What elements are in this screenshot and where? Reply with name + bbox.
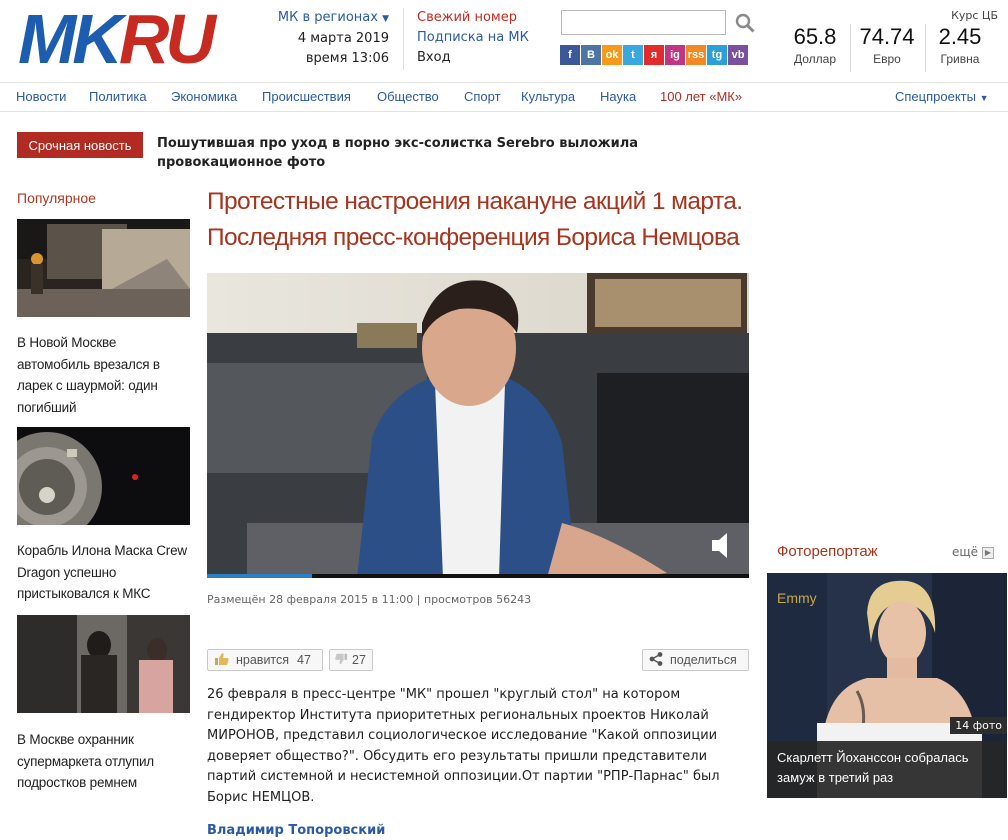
social-links: f B ok t я ig rss tg vb <box>560 45 748 65</box>
dislike-button[interactable]: 27 <box>329 649 373 671</box>
rates-title: Курс ЦБ <box>951 9 998 22</box>
nav-society[interactable]: Общество <box>377 89 439 104</box>
nav-sport[interactable]: Спорт <box>464 89 501 104</box>
chevron-down-icon: ▼ <box>382 14 389 24</box>
photoreport-card[interactable]: Emmy 14 фото Скарлетт Йоханссон собралас… <box>767 573 1007 798</box>
nav-news[interactable]: Новости <box>16 89 66 104</box>
rate-uah-value: 2.45 <box>938 24 982 49</box>
nav-economy[interactable]: Экономика <box>171 89 237 104</box>
vkontakte-icon[interactable]: B <box>581 45 601 65</box>
regions-link[interactable]: МК в регионах ▼ <box>278 10 389 25</box>
header-date: 4 марта 2019 <box>297 31 389 46</box>
share-button[interactable]: поделиться <box>642 649 749 671</box>
popular-title-1[interactable]: В Новой Москве автомобиль врезался в лар… <box>17 332 189 418</box>
photo-count-badge: 14 фото <box>950 717 1007 734</box>
share-label: поделиться <box>670 653 737 667</box>
instagram-icon[interactable]: ig <box>665 45 685 65</box>
like-button[interactable]: нравится 47 <box>207 649 323 671</box>
article-meta: Размещён 28 февраля 2015 в 11:00 | просм… <box>207 593 532 606</box>
thumbs-down-icon <box>334 652 348 669</box>
login-link[interactable]: Вход <box>417 50 451 65</box>
rate-uah: 2.45 Гривна <box>925 24 995 66</box>
regions-label: МК в регионах <box>277 10 378 25</box>
photoreport-caption[interactable]: Скарлетт Йоханссон собралась замуж в тре… <box>767 741 1007 798</box>
search-input[interactable] <box>561 10 726 35</box>
header-time: время 13:06 <box>305 51 389 66</box>
thumbs-up-icon <box>214 652 230 669</box>
main-nav: Новости Политика Экономика Происшествия … <box>0 82 1008 112</box>
logo-mk: MK <box>18 0 123 78</box>
popular-heading: Популярное <box>17 190 96 206</box>
header-links: Свежий номер Подписка на МК Вход <box>417 8 529 68</box>
like-label: нравится <box>236 653 290 667</box>
rate-eur: 74.74 Евро <box>852 24 922 66</box>
share-icon <box>649 651 663 669</box>
photoreport-more-link[interactable]: ещё ▶ <box>952 545 994 559</box>
dislike-count: 27 <box>352 653 366 667</box>
like-count: 47 <box>297 653 311 667</box>
facebook-icon[interactable]: f <box>560 45 580 65</box>
rss-icon[interactable]: rss <box>686 45 706 65</box>
article-title: Протестные настроения накануне акций 1 м… <box>207 188 743 251</box>
search-icon[interactable] <box>734 12 756 34</box>
nav-culture[interactable]: Культура <box>521 89 575 104</box>
rate-usd: 65.8 Доллар <box>780 24 850 66</box>
rate-eur-value: 74.74 <box>859 24 915 49</box>
chevron-down-icon: ▼ <box>979 93 989 103</box>
nav-special-label: Спецпроекты <box>895 89 976 104</box>
fresh-issue-link[interactable]: Свежий номер <box>417 10 517 25</box>
nav-science[interactable]: Наука <box>600 89 636 104</box>
nav-100-years[interactable]: 100 лет «МК» <box>660 89 742 104</box>
popular-title-3[interactable]: В Москве охранник супермаркета отлупил п… <box>17 729 189 794</box>
breaking-news-link[interactable]: Пошутившая про уход в порно экс-солистка… <box>157 134 677 172</box>
header-divider <box>403 8 404 70</box>
popular-thumb-3[interactable] <box>17 615 190 713</box>
arrow-right-icon: ▶ <box>981 546 994 559</box>
header-region-block: МК в регионах ▼ 4 марта 2019 время 13:06 <box>277 8 389 69</box>
telegram-icon[interactable]: tg <box>707 45 727 65</box>
odnoklassniki-icon[interactable]: ok <box>602 45 622 65</box>
popular-title-2[interactable]: Корабль Илона Маска Crew Dragon успешно … <box>17 540 189 605</box>
video-player[interactable] <box>207 273 749 578</box>
popular-thumb-2[interactable] <box>17 427 190 525</box>
breaking-news-badge[interactable]: Срочная новость <box>17 132 143 158</box>
nav-incidents[interactable]: Происшествия <box>262 89 351 104</box>
viber-icon[interactable]: vb <box>728 45 748 65</box>
site-logo[interactable]: MKRU <box>18 4 258 74</box>
subscribe-link[interactable]: Подписка на МК <box>417 30 529 45</box>
rate-usd-name: Доллар <box>793 52 837 66</box>
nav-special-projects[interactable]: Спецпроекты ▼ <box>895 89 989 104</box>
more-label: ещё <box>952 545 979 559</box>
yandex-icon[interactable]: я <box>644 45 664 65</box>
nav-politics[interactable]: Политика <box>89 89 147 104</box>
rate-eur-name: Евро <box>873 52 901 66</box>
twitter-icon[interactable]: t <box>623 45 643 65</box>
rate-divider <box>850 24 851 72</box>
svg-text:Emmy: Emmy <box>777 590 817 606</box>
article-body: 26 февраля в пресс-центре "МК" прошел "к… <box>207 687 720 805</box>
photoreport-heading[interactable]: Фоторепортаж <box>777 543 878 560</box>
logo-ru: RU <box>118 0 216 78</box>
rate-usd-value: 65.8 <box>793 24 837 49</box>
article-author[interactable]: Владимир Топоровский <box>207 823 385 838</box>
rate-uah-name: Гривна <box>940 52 980 66</box>
currency-rates: Курс ЦБ 65.8 Доллар 74.74 Евро 2.45 Гривна <box>766 6 1008 76</box>
popular-thumb-1[interactable] <box>17 219 190 317</box>
